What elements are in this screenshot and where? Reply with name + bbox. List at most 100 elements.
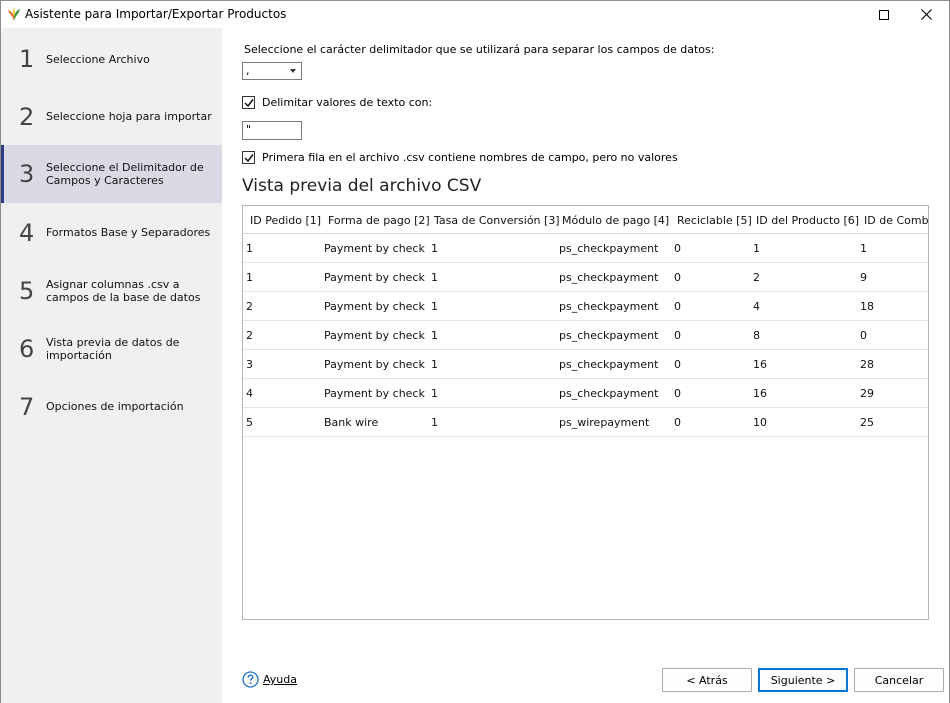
step-number: 6: [19, 335, 35, 363]
table-cell: ps_checkpayment: [559, 242, 659, 255]
table-cell: 3: [246, 358, 253, 371]
table-cell: 9: [860, 271, 867, 284]
table-cell: 0: [674, 271, 681, 284]
csv-preview-grid[interactable]: ID Pedido [1] Forma de pago [2] Tasa de …: [242, 205, 929, 620]
table-cell: 2: [753, 271, 760, 284]
table-cell: ps_checkpayment: [559, 387, 659, 400]
column-header[interactable]: Forma de pago [2]: [328, 214, 430, 227]
text-qualifier-label: Delimitar valores de texto con:: [262, 96, 433, 109]
first-row-header-checkbox[interactable]: [242, 151, 255, 164]
help-label: Ayuda: [263, 673, 297, 686]
table-cell: 10: [753, 416, 767, 429]
table-row[interactable]: 1 Payment by check 1 ps_checkpayment 0 2…: [243, 263, 928, 292]
text-qualifier-checkbox[interactable]: [242, 96, 255, 109]
table-cell: 18: [860, 300, 874, 313]
wizard-step-5[interactable]: 5 Asignar columnas .csv a campos de la b…: [1, 262, 222, 320]
check-icon: [244, 154, 254, 163]
table-cell: 1: [431, 387, 438, 400]
table-cell: Payment by check: [324, 271, 425, 284]
table-cell: ps_checkpayment: [559, 358, 659, 371]
table-cell: 1: [246, 242, 253, 255]
text-qualifier-input[interactable]: ": [242, 121, 302, 140]
table-row[interactable]: 2 Payment by check 1 ps_checkpayment 0 4…: [243, 292, 928, 321]
table-cell: Payment by check: [324, 329, 425, 342]
column-header[interactable]: Tasa de Conversión [3]: [434, 214, 560, 227]
wizard-step-3[interactable]: 3 Seleccione el Delimitador de Campos y …: [1, 145, 222, 203]
step-number: 4: [19, 219, 35, 247]
table-row[interactable]: 2 Payment by check 1 ps_checkpayment 0 8…: [243, 321, 928, 350]
table-cell: 4: [246, 387, 253, 400]
csv-preview-title: Vista previa del archivo CSV: [242, 176, 482, 196]
help-icon: [242, 671, 259, 688]
close-icon: [920, 9, 932, 20]
wizard-step-6[interactable]: 6 Vista previa de datos de importación: [1, 320, 222, 378]
table-row[interactable]: 5 Bank wire 1 ps_wirepayment 0 10 25: [243, 408, 928, 437]
table-cell: 25: [860, 416, 874, 429]
step-number: 5: [19, 277, 35, 305]
back-button[interactable]: < Atrás: [662, 668, 752, 692]
chevron-down-icon: [290, 69, 296, 73]
text-qualifier-value: ": [246, 123, 252, 136]
window-title: Asistente para Importar/Exportar Product…: [25, 7, 287, 21]
step-number: 3: [19, 160, 35, 188]
column-header[interactable]: ID de Combi: [864, 214, 928, 227]
app-logo-icon: [7, 6, 21, 22]
table-cell: Payment by check: [324, 358, 425, 371]
table-cell: 1: [860, 242, 867, 255]
table-cell: ps_checkpayment: [559, 329, 659, 342]
table-row[interactable]: 4 Payment by check 1 ps_checkpayment 0 1…: [243, 379, 928, 408]
next-button[interactable]: Siguiente >: [758, 668, 848, 692]
grid-header-row: ID Pedido [1] Forma de pago [2] Tasa de …: [243, 206, 928, 234]
table-cell: 16: [753, 358, 767, 371]
delimiter-select[interactable]: ,: [242, 62, 302, 80]
step-number: 1: [19, 45, 35, 73]
delimiter-label: Seleccione el carácter delimitador que s…: [244, 43, 715, 56]
maximize-icon: [879, 9, 889, 20]
table-cell: Payment by check: [324, 300, 425, 313]
wizard-step-2[interactable]: 2 Seleccione hoja para importar: [1, 88, 222, 146]
table-cell: 2: [246, 300, 253, 313]
wizard-window: Asistente para Importar/Exportar Product…: [0, 0, 950, 703]
close-button[interactable]: [903, 1, 949, 28]
delimiter-select-value: ,: [246, 64, 250, 77]
title-bar: Asistente para Importar/Exportar Product…: [1, 1, 949, 28]
table-row[interactable]: 1 Payment by check 1 ps_checkpayment 0 1…: [243, 234, 928, 263]
wizard-step-1[interactable]: 1 Seleccione Archivo: [1, 30, 222, 88]
check-icon: [244, 99, 254, 108]
wizard-step-4[interactable]: 4 Formatos Base y Separadores: [1, 204, 222, 262]
table-cell: 0: [674, 329, 681, 342]
table-cell: 1: [246, 271, 253, 284]
column-header[interactable]: Módulo de pago [4]: [562, 214, 669, 227]
table-cell: 0: [860, 329, 867, 342]
table-cell: 1: [753, 242, 760, 255]
step-label: Opciones de importación: [46, 400, 184, 413]
table-cell: 1: [431, 300, 438, 313]
step-label: Seleccione hoja para importar: [46, 110, 212, 123]
table-cell: 0: [674, 300, 681, 313]
wizard-steps-sidebar: 1 Seleccione Archivo 2 Seleccione hoja p…: [1, 28, 222, 703]
table-cell: 1: [431, 242, 438, 255]
table-cell: ps_wirepayment: [559, 416, 650, 429]
table-cell: 1: [431, 416, 438, 429]
column-header[interactable]: Reciclable [5]: [677, 214, 752, 227]
step-number: 2: [19, 103, 35, 131]
cancel-button[interactable]: Cancelar: [854, 668, 944, 692]
table-cell: 1: [431, 271, 438, 284]
table-cell: 29: [860, 387, 874, 400]
table-cell: 5: [246, 416, 253, 429]
table-cell: ps_checkpayment: [559, 300, 659, 313]
table-cell: Payment by check: [324, 387, 425, 400]
wizard-step-7[interactable]: 7 Opciones de importación: [1, 378, 222, 436]
table-cell: 0: [674, 416, 681, 429]
table-cell: 0: [674, 358, 681, 371]
table-cell: 1: [431, 329, 438, 342]
table-cell: 2: [246, 329, 253, 342]
table-row[interactable]: 3 Payment by check 1 ps_checkpayment 0 1…: [243, 350, 928, 379]
column-header[interactable]: ID del Producto [6]: [756, 214, 859, 227]
table-cell: 8: [753, 329, 760, 342]
column-header[interactable]: ID Pedido [1]: [250, 214, 321, 227]
step-label: Seleccione Archivo: [46, 53, 150, 66]
table-cell: 0: [674, 242, 681, 255]
table-cell: 4: [753, 300, 760, 313]
maximize-button[interactable]: [861, 1, 907, 28]
